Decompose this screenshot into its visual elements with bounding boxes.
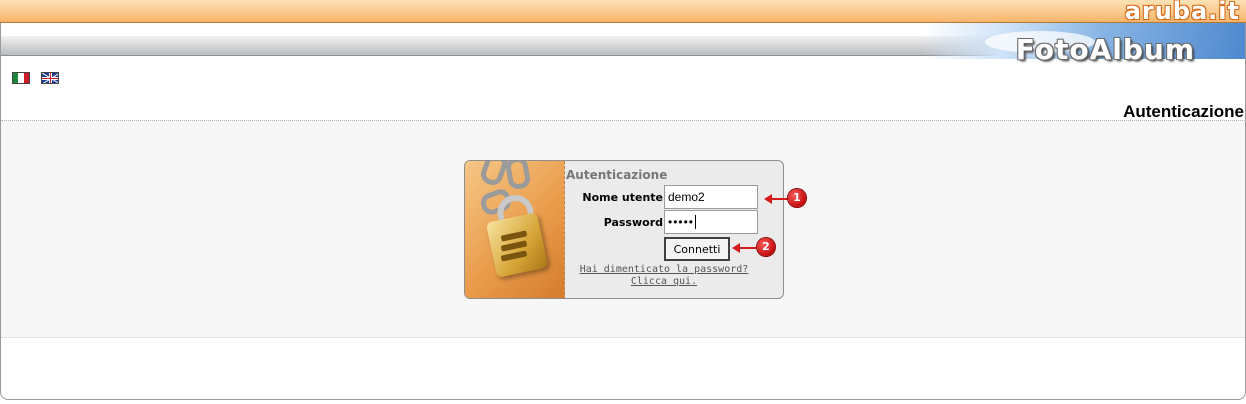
username-label: Nome utente <box>582 191 663 204</box>
login-panel: Autenticazione Nome utente Password ••••… <box>464 160 784 299</box>
fotoalbum-logo: FotoAlbum <box>1015 33 1195 66</box>
password-field[interactable]: ••••• <box>664 210 758 234</box>
page: FotoAlbum Autenticazione Autenticazione … <box>0 0 1246 404</box>
annotation-number-1: 1 <box>788 189 806 207</box>
connetti-button[interactable]: Connetti <box>664 237 730 261</box>
top-bar <box>0 0 1246 23</box>
aruba-logo: aruba.it <box>1124 0 1240 25</box>
page-title: Autenticazione <box>1123 102 1244 121</box>
uk-flag-icon[interactable] <box>41 72 59 84</box>
forgot-password-link[interactable]: Hai dimenticato la password? Clicca qui. <box>566 264 762 288</box>
username-field[interactable] <box>664 185 758 209</box>
main-frame: FotoAlbum Autenticazione Autenticazione … <box>0 23 1246 400</box>
annotation-number-2: 2 <box>757 238 775 256</box>
padlock-image <box>465 161 565 298</box>
forgot-password-text[interactable]: Hai dimenticato la password? <box>566 264 762 276</box>
login-box-title: Autenticazione <box>566 168 668 182</box>
password-label: Password <box>603 216 663 229</box>
click-here-link[interactable]: Clicca qui. <box>566 276 762 288</box>
language-selector <box>12 72 59 84</box>
password-mask: ••••• <box>668 215 695 229</box>
italy-flag-icon[interactable] <box>12 72 30 84</box>
